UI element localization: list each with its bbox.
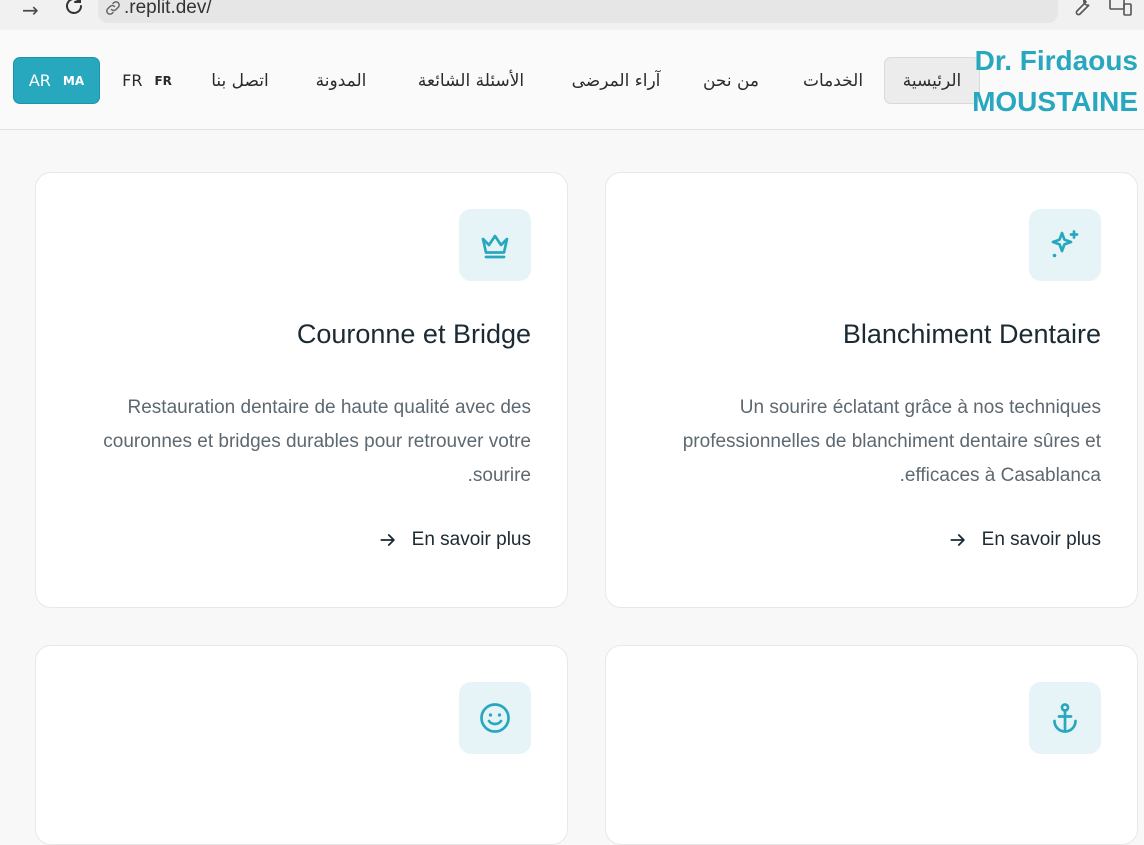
address-bar[interactable]: .replit.dev/ — [98, 0, 1058, 23]
service-icon-box — [1029, 682, 1101, 754]
nav-blog[interactable]: المدونة — [298, 57, 384, 104]
nav-home[interactable]: الرئيسية — [884, 57, 980, 104]
service-description: Un sourire éclatant grâce à nos techniqu… — [682, 397, 1101, 486]
service-icon-box — [459, 682, 531, 754]
arrow-right-icon — [950, 534, 965, 546]
language-ar-button[interactable]: AR MA — [13, 57, 100, 104]
brand-logo[interactable]: Dr. Firdaous MOUSTAINE — [972, 40, 1138, 122]
brand-surname: MOUSTAINE — [972, 86, 1138, 117]
service-card-implant[interactable] — [605, 645, 1138, 845]
service-title: Couronne et Bridge — [296, 319, 531, 349]
language-region: MA — [62, 73, 85, 88]
service-card-whitening[interactable]: Blanchiment Dentaire Un sourire éclatant… — [605, 172, 1138, 608]
brand-name: Dr. Firdaous — [974, 45, 1138, 76]
devices-icon[interactable] — [1108, 0, 1134, 18]
smile-icon — [480, 703, 510, 733]
browser-toolbar: → .replit.dev/ — [0, 0, 1144, 30]
site-header: AR MA FR FR اتصل بنا المدونة الأسئلة الش… — [0, 30, 1144, 130]
service-card-smile[interactable] — [35, 645, 568, 845]
wrench-icon[interactable] — [1070, 0, 1094, 18]
nav-faq[interactable]: الأسئلة الشائعة — [398, 57, 544, 104]
service-description: Restauration dentaire de haute qualité a… — [103, 397, 531, 486]
nav-contact[interactable]: اتصل بنا — [196, 57, 284, 104]
service-card-crown[interactable]: Couronne et Bridge Restauration dentaire… — [35, 172, 568, 608]
url-text: .replit.dev/ — [124, 0, 212, 18]
service-icon-box — [1029, 209, 1101, 281]
service-icon-box — [459, 209, 531, 281]
crown-icon — [481, 234, 509, 259]
learn-more-link[interactable]: En savoir plus — [378, 529, 531, 551]
nav-about[interactable]: من نحن — [688, 57, 774, 104]
link-icon — [106, 1, 120, 15]
learn-more-link[interactable]: En savoir plus — [948, 529, 1101, 551]
sparkles-icon — [1051, 230, 1079, 258]
anchor-icon — [1053, 703, 1077, 733]
learn-more-label: En savoir plus — [981, 529, 1101, 550]
service-title: Blanchiment Dentaire — [842, 319, 1101, 349]
language-fr-button[interactable]: FR FR — [112, 57, 182, 104]
forward-arrow-icon[interactable]: → — [22, 0, 39, 22]
language-code: AR — [28, 71, 51, 90]
learn-more-label: En savoir plus — [411, 529, 531, 550]
language-region: FR — [154, 73, 172, 88]
reload-icon[interactable] — [62, 0, 86, 18]
nav-reviews[interactable]: آراء المرضى — [558, 57, 674, 104]
arrow-right-icon — [380, 534, 395, 546]
nav-services[interactable]: الخدمات — [788, 57, 878, 104]
language-code: FR — [122, 71, 143, 90]
